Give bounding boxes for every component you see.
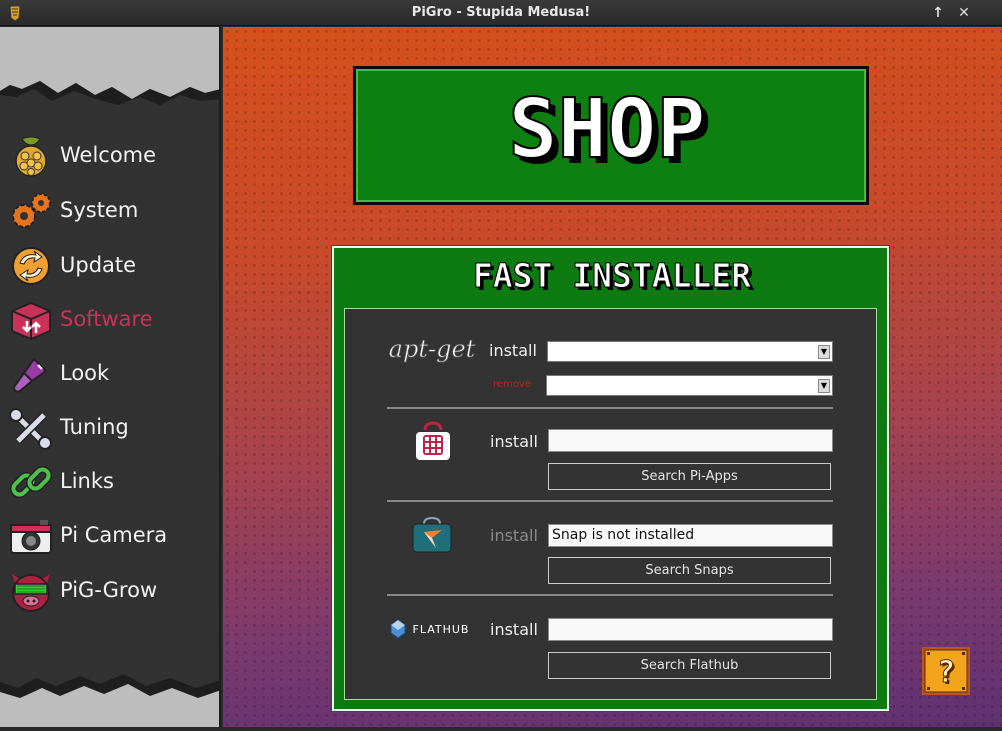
pi-apps-install-label: install	[490, 432, 538, 451]
sidebar: Welcome System Update Software Look Tuni…	[0, 27, 221, 727]
sidebar-item-label: Welcome	[60, 143, 157, 167]
sidebar-item-label: Update	[60, 253, 137, 277]
window-title: PiGro - Stupida Medusa!	[411, 5, 591, 20]
chain-link-icon	[9, 465, 53, 499]
gears-icon	[12, 193, 51, 228]
window-titlebar: PiGro - Stupida Medusa! ↑ ✕	[0, 0, 1002, 26]
sidebar-item-tuning[interactable]: Tuning	[6, 402, 216, 452]
sidebar-item-software[interactable]: Software	[6, 294, 216, 344]
flathub-logo: FLATHUB	[390, 619, 470, 639]
sidebar-item-label: Pi Camera	[60, 523, 168, 547]
main-content: SHOP SHOP FAST INSTALLER FAST INSTALLER …	[223, 27, 1002, 727]
svg-text:?: ?	[937, 655, 955, 690]
torn-paper-top	[0, 27, 219, 105]
snap-install-label: install	[490, 526, 538, 545]
shop-banner: SHOP SHOP	[353, 66, 869, 205]
snap-install-input[interactable]: Snap is not installed	[548, 524, 833, 547]
apt-remove-label: remove	[493, 379, 531, 390]
search-snaps-button[interactable]: Search Snaps	[548, 557, 831, 584]
shop-title: SHOP	[508, 82, 705, 177]
software-box-icon	[11, 301, 51, 341]
fast-installer-panel: FAST INSTALLER FAST INSTALLER apt-get in…	[332, 246, 889, 711]
maximize-button[interactable]: ↑	[928, 3, 948, 23]
sidebar-item-look[interactable]: Look	[6, 348, 216, 398]
flathub-install-label: install	[490, 620, 538, 639]
search-flathub-button[interactable]: Search Flathub	[548, 652, 831, 679]
pi-apps-icon	[414, 421, 452, 462]
help-question-block-icon[interactable]: ? ?	[921, 646, 971, 696]
raspberry-icon	[15, 136, 47, 177]
search-pi-apps-button[interactable]: Search Pi-Apps	[548, 463, 831, 490]
divider	[387, 407, 833, 409]
sidebar-item-links[interactable]: Links	[6, 456, 216, 506]
sidebar-item-pi-camera[interactable]: Pi Camera	[6, 510, 216, 560]
sidebar-item-label: Look	[60, 361, 110, 385]
snap-store-icon	[412, 516, 452, 553]
sidebar-item-update[interactable]: Update	[6, 240, 216, 290]
pig-mascot-icon	[12, 574, 50, 612]
svg-text:apt-get: apt-get	[389, 335, 476, 363]
chevron-down-icon[interactable]: ▼	[818, 379, 830, 393]
torn-paper-bottom	[0, 674, 219, 727]
fast-installer-title: FAST INSTALLER	[473, 258, 751, 295]
sidebar-item-welcome[interactable]: Welcome	[6, 130, 216, 180]
divider	[387, 500, 833, 502]
apt-install-combo[interactable]: ▼	[547, 341, 833, 362]
apt-install-label: install	[489, 341, 537, 360]
apt-get-logo: apt-get	[388, 335, 476, 364]
update-arrows-icon	[12, 247, 50, 285]
tuning-tools-icon	[9, 408, 52, 450]
sidebar-item-pig-grow[interactable]: PiG-Grow	[6, 565, 216, 615]
pi-apps-install-input[interactable]	[548, 429, 833, 452]
flathub-install-input[interactable]	[548, 618, 833, 641]
sidebar-item-label: PiG-Grow	[60, 578, 158, 602]
installer-form: apt-get install ▼ remove ▼ install Searc…	[344, 308, 877, 700]
sidebar-item-label: Tuning	[60, 415, 129, 439]
chevron-down-icon[interactable]: ▼	[818, 345, 830, 359]
camera-icon	[10, 520, 52, 554]
divider	[387, 594, 833, 596]
sidebar-item-label: System	[60, 198, 139, 222]
sidebar-item-label: Links	[60, 469, 114, 493]
close-window-button[interactable]: ✕	[954, 3, 974, 23]
sidebar-item-label: Software	[60, 307, 153, 331]
apt-remove-combo[interactable]: ▼	[546, 375, 833, 396]
sidebar-item-system[interactable]: System	[6, 185, 216, 235]
svg-text:FLATHUB: FLATHUB	[413, 623, 470, 636]
paintbrush-icon	[12, 357, 48, 393]
